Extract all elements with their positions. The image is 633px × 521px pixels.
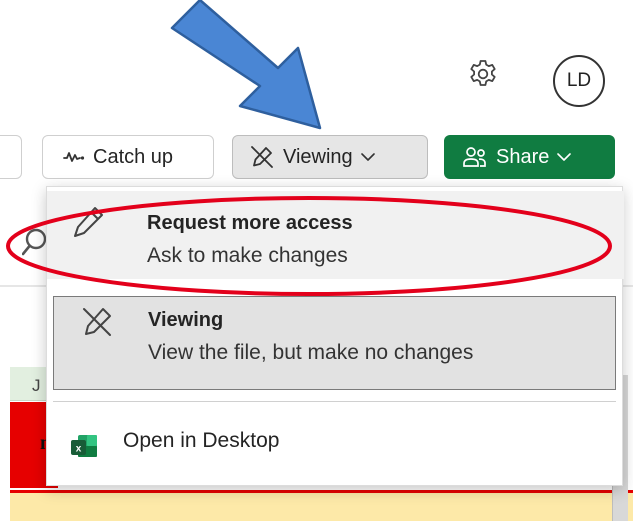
open-in-desktop-label: Open in Desktop [123,429,280,452]
pen-off-icon [83,308,111,336]
chevron-down-icon [360,153,375,161]
avatar-initials: LD [566,70,592,91]
menu-item-subtitle: Ask to make changes [147,244,348,267]
share-label: Share [496,145,550,168]
viewing-label: Viewing [283,145,353,168]
menu-item-request-access[interactable]: Request more access Ask to make changes [47,191,624,279]
menu-item-subtitle: View the file, but make no changes [148,341,474,364]
menu-item-open-in-desktop[interactable]: x Open in Desktop [47,409,624,475]
viewing-mode-menu: Request more access Ask to make changes … [46,186,624,486]
column-letter: J [32,376,41,395]
pen-icon [74,207,103,237]
chevron-down-icon [557,153,572,161]
sheet-row-yellow[interactable] [10,490,633,521]
search-icon[interactable] [22,226,48,256]
viewing-mode-button[interactable]: Viewing [232,135,428,179]
menu-item-viewing[interactable]: Viewing View the file, but make no chang… [53,296,616,390]
avatar[interactable]: LD [553,55,605,107]
share-button[interactable]: Share [444,135,615,179]
gear-icon[interactable] [467,58,499,90]
menu-item-title: Request more access [147,212,353,234]
people-icon [463,147,486,167]
catch-up-button[interactable]: Catch up [42,135,214,179]
toolbar-button-partial[interactable] [0,135,22,179]
pen-off-icon [251,146,273,168]
column-header-j[interactable]: J [10,367,50,401]
svg-text:x: x [76,444,82,455]
catch-up-label: Catch up [93,145,174,168]
annotation-arrow [170,0,322,130]
excel-icon: x [71,435,97,457]
menu-divider [53,401,616,402]
menu-item-title: Viewing [148,309,224,331]
activity-icon [63,152,85,162]
